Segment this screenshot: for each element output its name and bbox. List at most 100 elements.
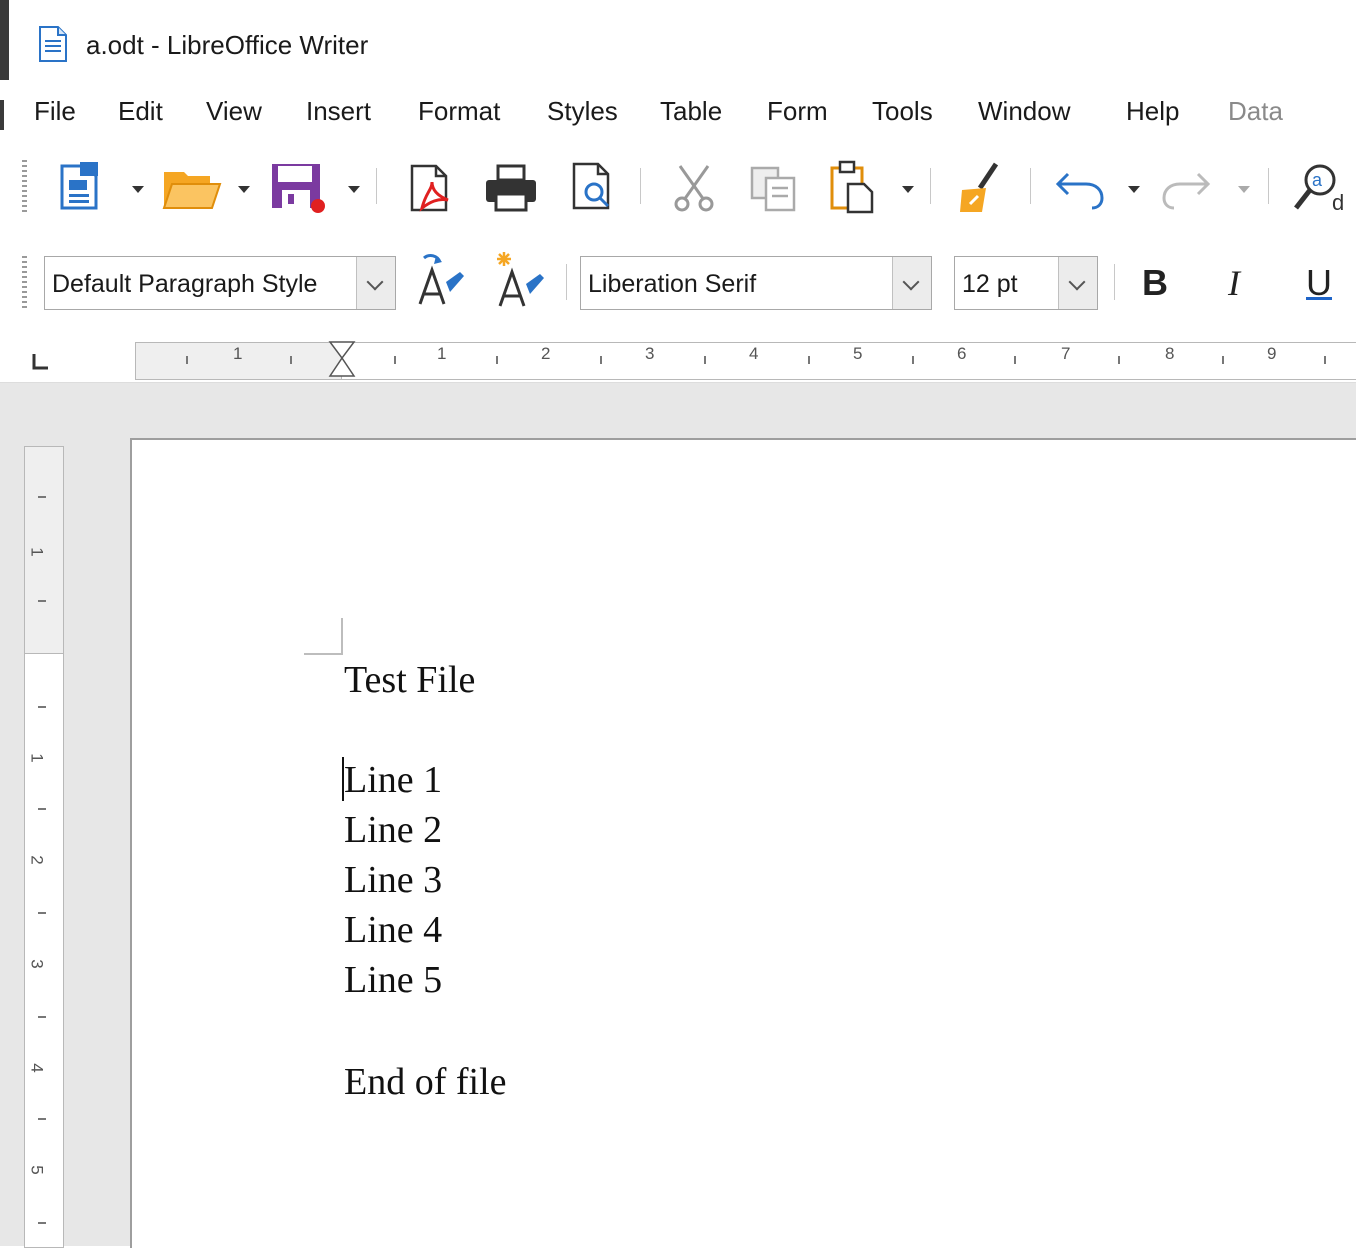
ruler-tick — [704, 356, 706, 364]
underline-button[interactable]: U — [1306, 262, 1332, 304]
undo-dropdown-caret[interactable] — [1128, 186, 1140, 193]
chevron-down-icon[interactable] — [1058, 257, 1097, 309]
document-line[interactable]: Line 3 — [344, 858, 442, 902]
bold-button[interactable]: B — [1142, 262, 1168, 304]
text-boundary-corner — [304, 618, 343, 655]
paragraph-style-combo[interactable]: Default Paragraph Style — [44, 256, 396, 310]
menu-format[interactable]: Format — [418, 96, 500, 127]
ruler-label: 6 — [957, 344, 967, 363]
document-line[interactable]: Line 1 — [344, 758, 442, 802]
toolbar-separator — [566, 264, 567, 300]
menu-tools[interactable]: Tools — [872, 96, 933, 127]
toolbar-separator — [1030, 168, 1031, 204]
menu-file[interactable]: File — [34, 96, 76, 127]
ruler-label: 2 — [541, 344, 551, 363]
italic-button[interactable]: I — [1228, 262, 1240, 304]
chevron-down-icon[interactable] — [892, 257, 931, 309]
ruler-tick — [38, 600, 46, 602]
find-replace-icon[interactable]: a d — [1292, 160, 1350, 214]
writer-document-icon — [39, 26, 67, 62]
ruler-tick — [1118, 356, 1120, 364]
ruler-tick — [290, 356, 292, 364]
menu-table[interactable]: Table — [660, 96, 722, 127]
menu-help[interactable]: Help — [1126, 96, 1179, 127]
indent-marker-icon[interactable] — [328, 340, 356, 380]
ruler-tick — [1222, 356, 1224, 364]
ruler-label: 1 — [233, 344, 243, 363]
redo-dropdown-caret — [1238, 186, 1250, 193]
text-cursor — [342, 757, 344, 801]
menu-window[interactable]: Window — [978, 96, 1070, 127]
window-title: a.odt - LibreOffice Writer — [86, 30, 369, 60]
document-page[interactable] — [130, 438, 1356, 1248]
new-dropdown-caret[interactable] — [132, 186, 144, 193]
print-preview-icon[interactable] — [570, 160, 616, 214]
ruler-tick — [912, 356, 914, 364]
ruler-label: 8 — [1165, 344, 1175, 363]
save-dropdown-caret[interactable] — [348, 186, 360, 193]
font-name-value: Liberation Serif — [588, 270, 757, 298]
cut-icon[interactable] — [670, 162, 718, 214]
update-style-icon[interactable] — [410, 252, 468, 312]
redo-icon — [1162, 172, 1211, 210]
document-line[interactable]: Line 5 — [344, 958, 442, 1002]
new-style-icon[interactable] — [488, 250, 548, 312]
ruler-label: 5 — [853, 344, 863, 363]
ruler-tick — [600, 356, 602, 364]
save-icon[interactable] — [270, 162, 328, 214]
toolbar-grip[interactable] — [22, 256, 27, 308]
ruler-tick — [1324, 356, 1326, 364]
undo-icon[interactable] — [1054, 166, 1106, 210]
clone-formatting-icon[interactable] — [956, 160, 1006, 214]
menu-styles[interactable]: Styles — [547, 96, 618, 127]
ruler-label: 1 — [27, 753, 47, 763]
svg-text:d: d — [1332, 190, 1344, 214]
ruler-tick — [38, 1118, 46, 1120]
menu-data: Data — [1228, 96, 1283, 126]
document-line[interactable]: Line 4 — [344, 908, 442, 952]
font-name-combo[interactable]: Liberation Serif — [580, 256, 932, 310]
open-dropdown-caret[interactable] — [238, 186, 250, 193]
tab-stop-left-icon[interactable] — [30, 352, 50, 372]
window-edge-2 — [0, 100, 4, 130]
font-size-combo[interactable]: 12 pt — [954, 256, 1098, 310]
font-size-value: 12 pt — [962, 270, 1018, 298]
ruler-label: 1 — [27, 547, 47, 557]
print-icon[interactable] — [484, 164, 538, 212]
ruler-label: 9 — [1267, 344, 1277, 363]
copy-icon[interactable] — [748, 164, 802, 212]
menu-form[interactable]: Form — [767, 96, 828, 127]
ruler-tick — [496, 356, 498, 364]
ruler-tick — [186, 356, 188, 364]
toolbar-grip[interactable] — [22, 160, 27, 212]
ruler-label: 7 — [1061, 344, 1071, 363]
ruler-tick — [808, 356, 810, 364]
export-pdf-icon[interactable] — [408, 162, 454, 214]
menu-edit[interactable]: Edit — [118, 96, 163, 127]
ruler-label: 5 — [27, 1165, 47, 1175]
toolbar-separator — [376, 168, 377, 204]
document-line[interactable]: Line 2 — [344, 808, 442, 852]
ruler-tick — [38, 496, 46, 498]
ruler-label: 4 — [27, 1063, 47, 1073]
toolbar-separator — [640, 168, 641, 204]
new-document-icon[interactable] — [58, 160, 100, 212]
document-line[interactable]: End of file — [344, 1060, 507, 1104]
open-folder-icon[interactable] — [162, 166, 222, 210]
ruler-label: 3 — [27, 959, 47, 969]
ruler-label: 4 — [749, 344, 759, 363]
ruler-tick — [394, 356, 396, 364]
window-edge — [0, 0, 9, 80]
chevron-down-icon[interactable] — [356, 257, 395, 309]
toolbar-separator — [1114, 264, 1115, 300]
toolbar-separator — [930, 168, 931, 204]
menu-insert[interactable]: Insert — [306, 96, 371, 127]
ruler-tick — [38, 706, 46, 708]
ruler-label: 2 — [27, 855, 47, 865]
ruler-tick — [38, 808, 46, 810]
paste-dropdown-caret[interactable] — [902, 186, 914, 193]
ruler-label: 1 — [437, 344, 447, 363]
document-line[interactable]: Test File — [344, 658, 475, 702]
menu-view[interactable]: View — [206, 96, 262, 127]
paste-icon[interactable] — [828, 160, 882, 214]
